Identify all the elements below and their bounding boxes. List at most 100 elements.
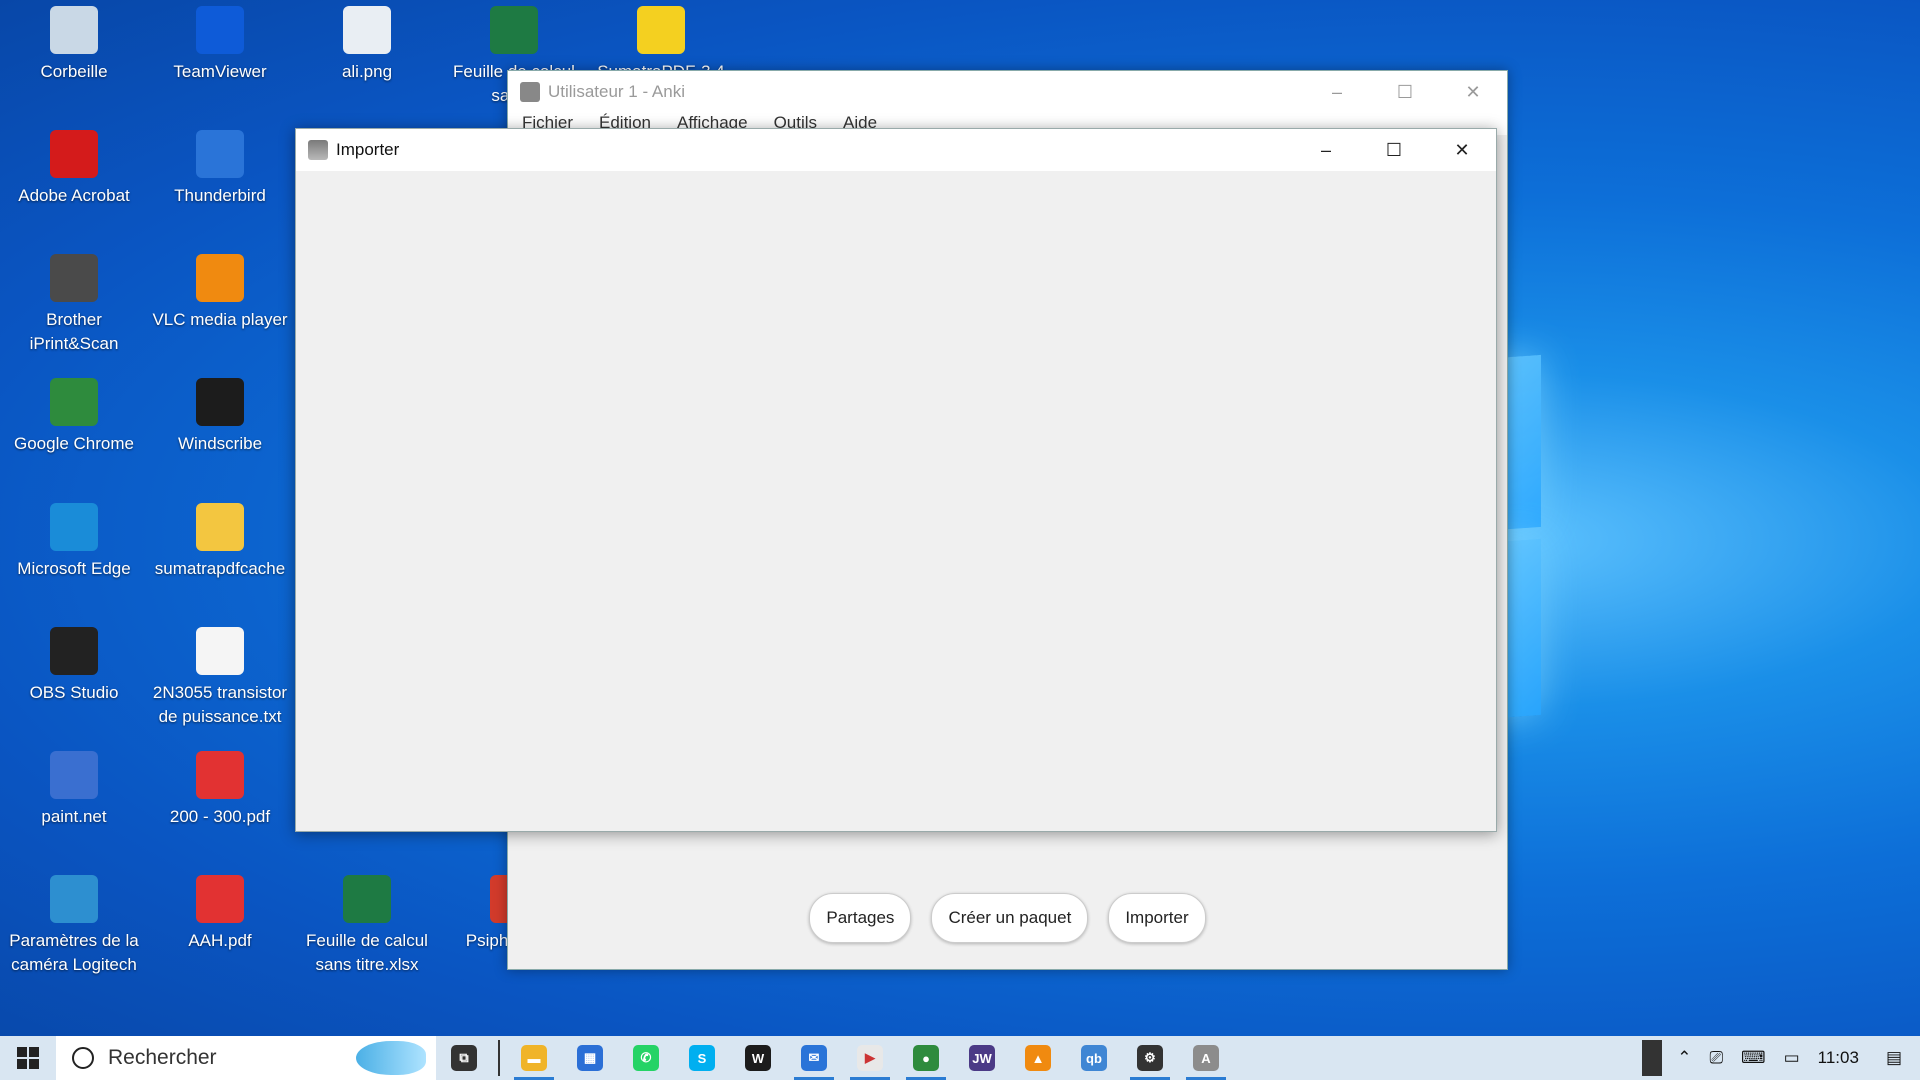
desktop-icon[interactable]: Feuille de calcul sans titre.xlsx	[293, 871, 441, 977]
taskbar-app[interactable]: W	[730, 1036, 786, 1080]
thunderbird-icon: ✉	[801, 1045, 827, 1071]
desktop-icon[interactable]: TeamViewer	[146, 2, 294, 84]
camera-settings-icon	[50, 875, 98, 923]
taskbar-app[interactable]: ⧉	[436, 1036, 492, 1080]
desktop-icon[interactable]: Adobe Acrobat	[0, 126, 148, 208]
settings-gear-icon: ⚙	[1137, 1045, 1163, 1071]
importer-dialog: Importer – ☐ ✕	[295, 128, 1497, 832]
desktop-icon[interactable]: Windscribe	[146, 374, 294, 456]
search-placeholder: Rechercher	[108, 1046, 217, 1069]
taskbar-app[interactable]: ▦	[562, 1036, 618, 1080]
create-deck-button[interactable]: Créer un paquet	[931, 893, 1089, 943]
keyboard-tray-icon[interactable]: ⌨	[1732, 1048, 1775, 1068]
desktop-icon[interactable]: 200 - 300.pdf	[146, 747, 294, 829]
desktop-icon[interactable]: ali.png	[293, 2, 441, 84]
taskbar-app[interactable]: ⚙	[1122, 1036, 1178, 1080]
taskbar-apps: ⧉ ▬ ▦ ✆ S W ✉ ▶ ● JW ▲ qb ⚙ A	[436, 1036, 1234, 1080]
importer-title: Importer	[336, 140, 400, 159]
desktop-icon-label: Thunderbird	[174, 186, 266, 205]
close-button[interactable]: ✕	[1428, 140, 1496, 161]
desktop-icon-label: paint.net	[41, 807, 107, 826]
jw-library-icon: JW	[969, 1045, 995, 1071]
search-highlight-image	[356, 1041, 426, 1075]
recycle-bin-icon	[50, 6, 98, 54]
anki-bottom-bar: Partages Créer un paquet Importer	[508, 893, 1507, 943]
import-button[interactable]: Importer	[1108, 893, 1206, 943]
shared-decks-button[interactable]: Partages	[809, 893, 912, 943]
taskbar-app[interactable]: S	[674, 1036, 730, 1080]
desktop-icon[interactable]: OBS Studio	[0, 623, 148, 705]
folder-icon	[196, 503, 244, 551]
taskbar-app[interactable]: ✆	[618, 1036, 674, 1080]
desktop-icon-label: Brother iPrint&Scan	[29, 310, 119, 353]
desktop-icon[interactable]: Brother iPrint&Scan	[0, 250, 148, 356]
minimize-button[interactable]: –	[1303, 82, 1371, 103]
desktop-icon[interactable]: Microsoft Edge	[0, 499, 148, 581]
anki-title-bar[interactable]: Utilisateur 1 - Anki – ☐ ✕	[508, 71, 1507, 113]
desktop-icon[interactable]: Corbeille	[0, 2, 148, 84]
show-hidden-icons-chevron-icon[interactable]: ⌃	[1668, 1048, 1700, 1068]
taskbar-app[interactable]: ✉	[786, 1036, 842, 1080]
pdf-file-icon	[196, 875, 244, 923]
start-button[interactable]	[0, 1036, 56, 1080]
desktop-icon[interactable]: Paramètres de la caméra Logitech	[0, 871, 148, 977]
windscribe-icon	[196, 378, 244, 426]
desktop-icon[interactable]: 2N3055 transistor de puissance.txt	[146, 623, 294, 729]
desktop-icon[interactable]: AAH.pdf	[146, 871, 294, 953]
desktop-icon-label: AAH.pdf	[188, 931, 252, 950]
microsoft-store-icon: ▦	[577, 1045, 603, 1071]
taskbar-app[interactable]: ▲	[1010, 1036, 1066, 1080]
taskbar-app[interactable]: ▶	[842, 1036, 898, 1080]
chrome-icon: ●	[913, 1045, 939, 1071]
whatsapp-icon: ✆	[633, 1045, 659, 1071]
network-tray-icon[interactable]: ▭	[1775, 1048, 1809, 1068]
text-file-icon	[196, 627, 244, 675]
taskbar-app[interactable]: ●	[898, 1036, 954, 1080]
qbittorrent-icon: qb	[1081, 1045, 1107, 1071]
desktop-icon[interactable]: Thunderbird	[146, 126, 294, 208]
vlc-icon: ▲	[1025, 1045, 1051, 1071]
maximize-button[interactable]: ☐	[1371, 82, 1439, 103]
desktop-icon[interactable]: VLC media player	[146, 250, 294, 332]
anki-window-title: Utilisateur 1 - Anki	[548, 82, 685, 101]
desktop-icon-label: 2N3055 transistor de puissance.txt	[152, 683, 288, 726]
sumatrapdf-icon	[637, 6, 685, 54]
desktop-icon-label: VLC media player	[152, 310, 288, 329]
maximize-button[interactable]: ☐	[1360, 140, 1428, 161]
desktop-icon-label: OBS Studio	[29, 683, 119, 702]
pdf-file-icon	[196, 751, 244, 799]
taskbar-search-box[interactable]: Rechercher	[56, 1036, 436, 1080]
desktop-icon-label: Corbeille	[40, 62, 108, 81]
desktop-icon-label: Microsoft Edge	[17, 559, 131, 578]
vlc-icon	[196, 254, 244, 302]
skype-icon: S	[689, 1045, 715, 1071]
taskbar-app[interactable]: JW	[954, 1036, 1010, 1080]
desktop-icon-label: Windscribe	[177, 434, 263, 453]
adobe-acrobat-icon	[50, 130, 98, 178]
tray-separator	[1642, 1040, 1663, 1076]
taskbar-app[interactable]: qb	[1066, 1036, 1122, 1080]
anki-icon: A	[1193, 1045, 1219, 1071]
desktop-icon[interactable]: paint.net	[0, 747, 148, 829]
clock[interactable]: 11:03	[1809, 1048, 1868, 1068]
notifications-icon[interactable]: ▤	[1868, 1048, 1920, 1068]
desktop-icon[interactable]: sumatrapdfcache	[146, 499, 294, 581]
system-tray: ⌃ ⎚ ⌨ ▭ 11:03 ▤	[1636, 1036, 1920, 1080]
importer-title-bar[interactable]: Importer – ☐ ✕	[296, 129, 1496, 171]
desktop-icon-label: sumatrapdfcache	[154, 559, 286, 578]
obs-icon	[50, 627, 98, 675]
excel-file-icon	[343, 875, 391, 923]
desktop-icon[interactable]: Google Chrome	[0, 374, 148, 456]
desktop-icon-label: Adobe Acrobat	[18, 186, 130, 205]
taskbar-app[interactable]: ▬	[506, 1036, 562, 1080]
minimize-button[interactable]: –	[1292, 140, 1360, 161]
desktop-icon-label: Google Chrome	[13, 434, 134, 453]
anki-icon	[308, 140, 328, 160]
desktop-icon-label: 200 - 300.pdf	[169, 807, 271, 826]
chrome-icon	[50, 378, 98, 426]
taskbar-app[interactable]: A	[1178, 1036, 1234, 1080]
camera-tray-icon[interactable]: ⎚	[1700, 1048, 1732, 1068]
close-button[interactable]: ✕	[1439, 82, 1507, 103]
media-player-icon: ▶	[857, 1045, 883, 1071]
teamviewer-icon	[196, 6, 244, 54]
